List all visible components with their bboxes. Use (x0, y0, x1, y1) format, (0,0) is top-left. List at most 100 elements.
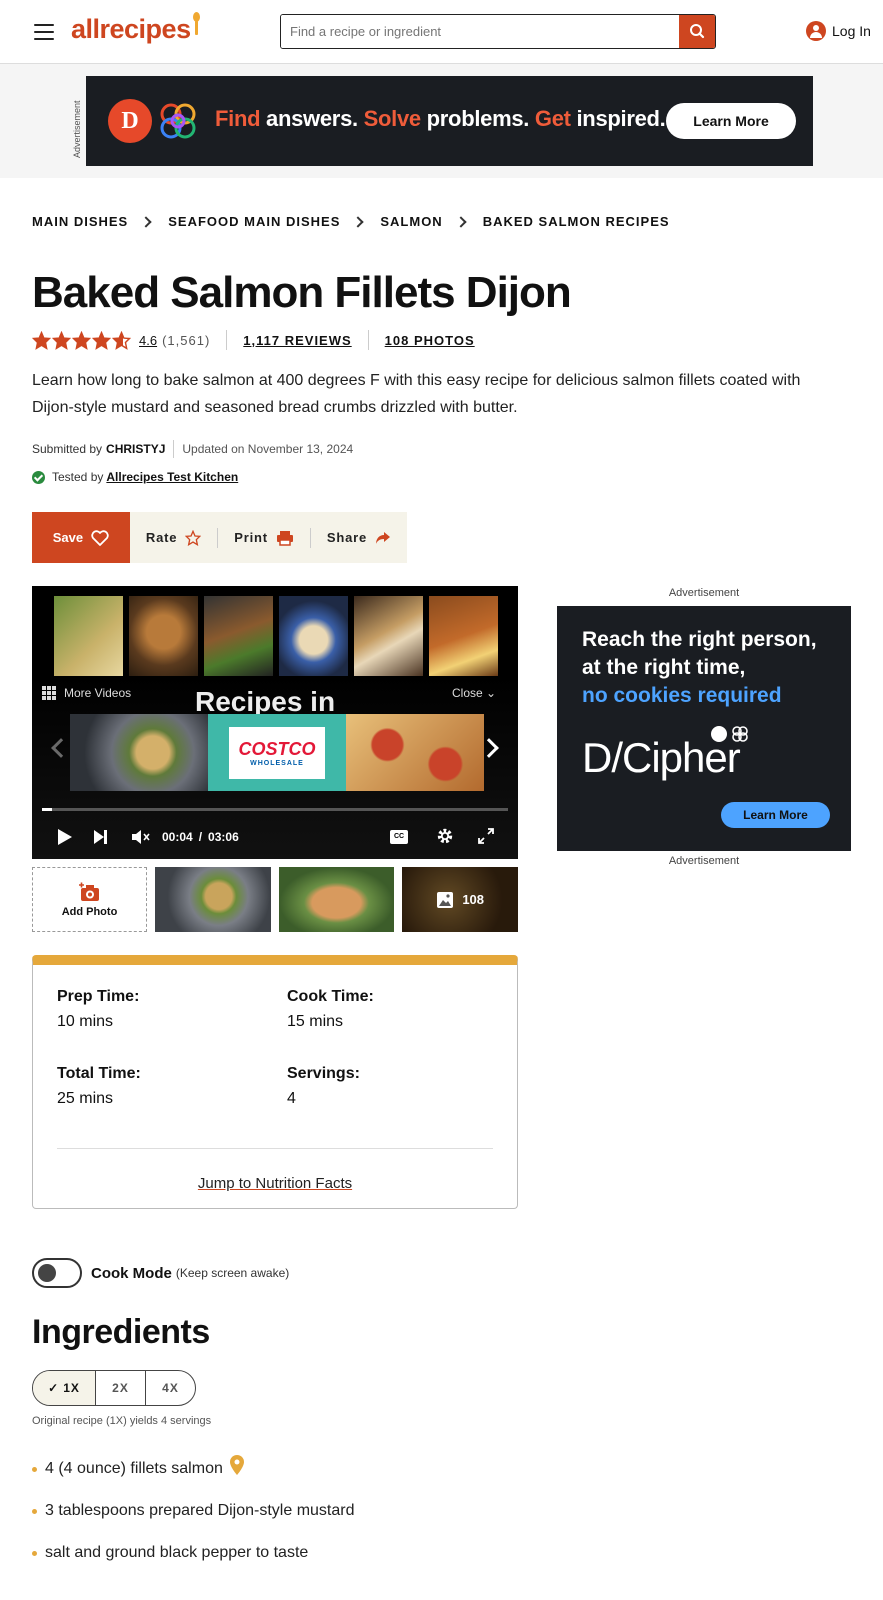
share-button[interactable]: Share (311, 512, 407, 563)
star-half-icon (112, 330, 131, 350)
video-progress-bar[interactable] (42, 808, 508, 811)
test-kitchen-link[interactable]: Allrecipes Test Kitchen (106, 470, 238, 484)
menu-icon[interactable] (34, 24, 54, 40)
video-carousel-item[interactable] (346, 714, 484, 791)
ad-text-part: Get (534, 106, 571, 131)
divider (367, 330, 369, 350)
ingredients-heading: Ingredients (32, 1313, 210, 1351)
video-thumbnail (279, 596, 348, 676)
video-progress-fill (42, 808, 52, 811)
location-pin-icon[interactable] (229, 1455, 244, 1475)
search-input[interactable] (281, 15, 681, 48)
close-videos-button[interactable]: Close ⌄ (452, 686, 496, 700)
author-link[interactable]: CHRISTYJ (106, 442, 165, 456)
scale-4x-button[interactable]: 4X (145, 1371, 195, 1405)
gear-icon[interactable] (436, 827, 454, 845)
cook-mode-label: Cook Mode (91, 1264, 172, 1282)
mute-icon[interactable] (132, 830, 150, 844)
search-button[interactable] (679, 15, 715, 48)
servings-value: 4 (287, 1090, 296, 1107)
photo-count: 108 (462, 892, 485, 907)
rate-button[interactable]: Rate (130, 512, 217, 563)
search-box (280, 14, 716, 49)
ad-text-part: problems. (420, 106, 535, 131)
star-full-icon (52, 330, 71, 350)
bullet-icon (32, 1508, 37, 1514)
ad-headline: Find answers. Solve problems. Get inspir… (215, 106, 666, 132)
scale-label: 4X (162, 1381, 179, 1395)
video-carousel-item[interactable] (70, 714, 208, 791)
breadcrumb-salmon[interactable]: SALMON (380, 214, 442, 229)
login-link[interactable]: Log In (806, 21, 871, 41)
more-videos-button[interactable]: More Videos (42, 686, 131, 700)
print-label: Print (234, 530, 268, 545)
video-thumbnail (429, 596, 498, 676)
tested-row: Tested by Allrecipes Test Kitchen (32, 470, 238, 484)
heart-icon (91, 529, 109, 546)
user-icon (806, 21, 826, 41)
prep-time-label: Prep Time: (57, 988, 140, 1005)
yield-note: Original recipe (1X) yields 4 servings (32, 1415, 212, 1427)
rating-row: 4.6 (1,561) 1,117 REVIEWS 108 PHOTOS (32, 330, 475, 350)
add-photo-button[interactable]: Add Photo (32, 867, 147, 932)
add-photo-label: Add Photo (61, 905, 118, 918)
video-controls: 00:04 / 03:06 CC (58, 826, 498, 848)
chevron-right-icon (455, 215, 467, 228)
print-button[interactable]: Print (218, 512, 310, 563)
ad-banner[interactable]: D Find answers. Solve problems. Get insp… (86, 76, 813, 166)
total-time-label: Total Time: (57, 1065, 141, 1082)
all-photos-button[interactable]: 108 (402, 867, 519, 932)
ingredient-text: 4 (4 ounce) fillets salmon (45, 1460, 223, 1477)
video-player[interactable]: More Videos Recipes in Close ⌄ COSTCO WH… (32, 586, 518, 859)
video-carousel: COSTCO WHOLESALE (70, 714, 484, 791)
photos-link[interactable]: 108 PHOTOS (385, 333, 475, 348)
recipe-photo[interactable] (278, 867, 395, 932)
scale-2x-button[interactable]: 2X (95, 1371, 145, 1405)
ad-learn-more-button[interactable]: Learn More (666, 103, 796, 139)
costco-logo-sub: WHOLESALE (250, 759, 304, 767)
video-carousel-item[interactable]: COSTCO WHOLESALE (208, 714, 346, 791)
chevron-down-icon: ⌄ (486, 686, 497, 700)
total-time: Total Time: 25 mins (57, 1065, 141, 1108)
closed-captions-button[interactable]: CC (390, 830, 408, 844)
ad-label: Advertisement (668, 587, 740, 599)
rate-label: Rate (145, 530, 178, 545)
close-label: Close (452, 686, 483, 700)
servings: Servings: 4 (287, 1065, 360, 1108)
play-icon[interactable] (58, 829, 72, 845)
byline: Submitted by CHRISTYJ Updated on Novembe… (32, 440, 353, 458)
cook-mode-toggle[interactable] (32, 1258, 82, 1288)
side-ad[interactable]: Reach the right person, at the right tim… (557, 606, 851, 851)
photo-strip: Add Photo 108 (32, 867, 519, 932)
rating-value[interactable]: 4.6 (139, 333, 157, 348)
scale-1x-button[interactable]: ✓ 1X (33, 1371, 95, 1405)
reviews-link[interactable]: 1,117 REVIEWS (243, 333, 351, 348)
star-rating[interactable] (32, 330, 131, 350)
breadcrumb-baked-salmon[interactable]: BAKED SALMON RECIPES (483, 214, 670, 229)
site-logo[interactable]: allrecipes (71, 12, 200, 45)
prep-time: Prep Time: 10 mins (57, 988, 139, 1031)
save-label: Save (52, 530, 84, 545)
costco-logo-text: COSTCO (238, 738, 316, 759)
skip-next-icon[interactable] (94, 830, 108, 844)
breadcrumb: MAIN DISHES SEAFOOD MAIN DISHES SALMON B… (32, 214, 670, 229)
total-time-value: 25 mins (57, 1090, 114, 1107)
video-current-time: 00:04 (162, 830, 193, 844)
divider (173, 440, 175, 458)
add-camera-icon (78, 882, 99, 901)
bullet-icon (32, 1550, 37, 1556)
ad-text-part: Find (215, 106, 261, 131)
star-full-icon (32, 330, 51, 350)
breadcrumb-seafood[interactable]: SEAFOOD MAIN DISHES (168, 214, 340, 229)
save-button[interactable]: Save (32, 512, 130, 563)
recipe-photo[interactable] (155, 867, 271, 932)
spoon-icon (192, 12, 200, 36)
star-full-icon (92, 330, 111, 350)
jump-to-nutrition-link[interactable]: Jump to Nutrition Facts (33, 1175, 517, 1192)
cook-mode: Cook Mode (Keep screen awake) (32, 1258, 289, 1288)
cook-time: Cook Time: 15 mins (287, 988, 374, 1031)
fullscreen-icon[interactable] (478, 828, 494, 844)
side-ad-learn-more-button[interactable]: Learn More (721, 802, 830, 828)
video-time-separator: / (198, 830, 203, 844)
breadcrumb-main-dishes[interactable]: MAIN DISHES (32, 214, 128, 229)
